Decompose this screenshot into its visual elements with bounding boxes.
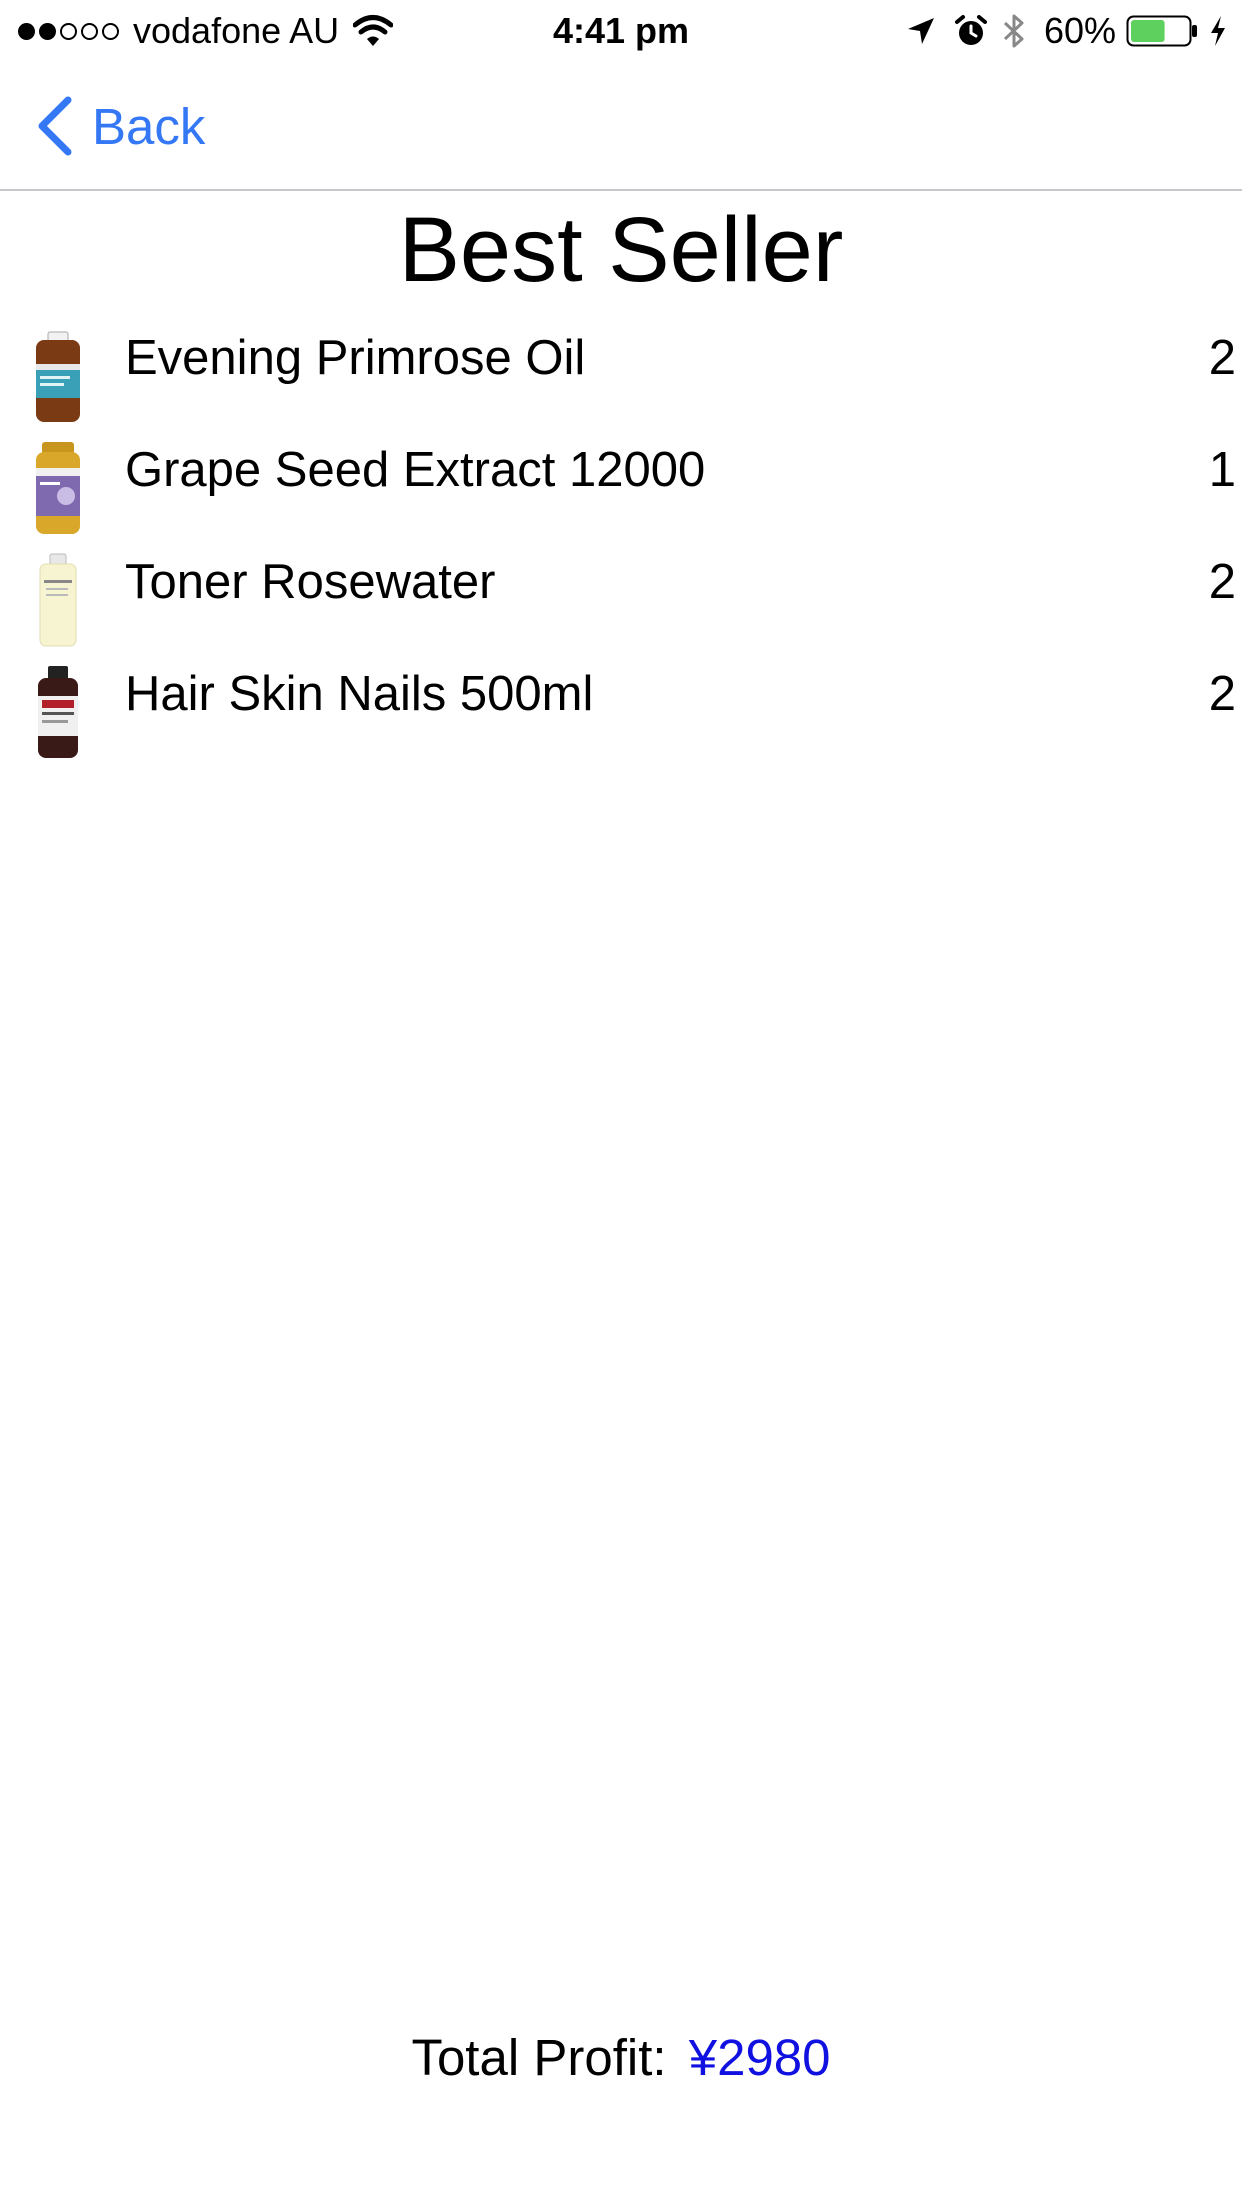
back-label: Back [92, 97, 206, 155]
total-profit-value: ¥2980 [688, 2029, 831, 2086]
product-name: Toner Rosewater [125, 555, 496, 609]
product-name: Hair Skin Nails 500ml [125, 667, 594, 721]
battery-icon [1126, 15, 1197, 47]
status-right: 60% [906, 10, 1228, 52]
page-title: Best Seller [398, 199, 844, 301]
bluetooth-icon [1003, 14, 1024, 48]
sold-count: 1 [1208, 443, 1236, 497]
list-item[interactable]: Evening Primrose Oil 2 [0, 318, 1242, 430]
product-name: Evening Primrose Oil [125, 331, 586, 385]
list-item[interactable]: Toner Rosewater 2 [0, 542, 1242, 654]
charging-icon [1211, 16, 1225, 46]
screen: vodafone AU 4:41 pm 60% Back Best Seller… [0, 0, 1242, 2208]
sold-count: 2 [1208, 667, 1236, 721]
status-bar: vodafone AU 4:41 pm 60% [0, 0, 1242, 62]
battery-fill [1131, 20, 1165, 42]
sold-count: 2 [1208, 331, 1236, 385]
navigation-bar: Back [0, 62, 1242, 191]
product-name: Grape Seed Extract 12000 [125, 443, 706, 497]
product-image [39, 553, 77, 647]
back-chevron-icon [38, 96, 72, 156]
location-icon [907, 18, 934, 44]
battery-percent: 60% [1043, 10, 1116, 51]
list-item[interactable]: Hair Skin Nails 500ml 2 [0, 654, 1242, 766]
product-image [38, 666, 78, 758]
alarm-icon [954, 15, 987, 45]
product-image [36, 442, 80, 534]
best-seller-list: Evening Primrose Oil 2 Grape Seed Extrac… [0, 318, 1242, 766]
total-profit-label: Total Profit: [411, 2029, 667, 2086]
back-button[interactable]: Back [34, 94, 205, 158]
list-item[interactable]: Grape Seed Extract 12000 1 [0, 430, 1242, 542]
sold-count: 2 [1208, 555, 1236, 609]
total-profit: Total Profit: ¥2980 [0, 2026, 1242, 2090]
product-image [36, 331, 80, 422]
